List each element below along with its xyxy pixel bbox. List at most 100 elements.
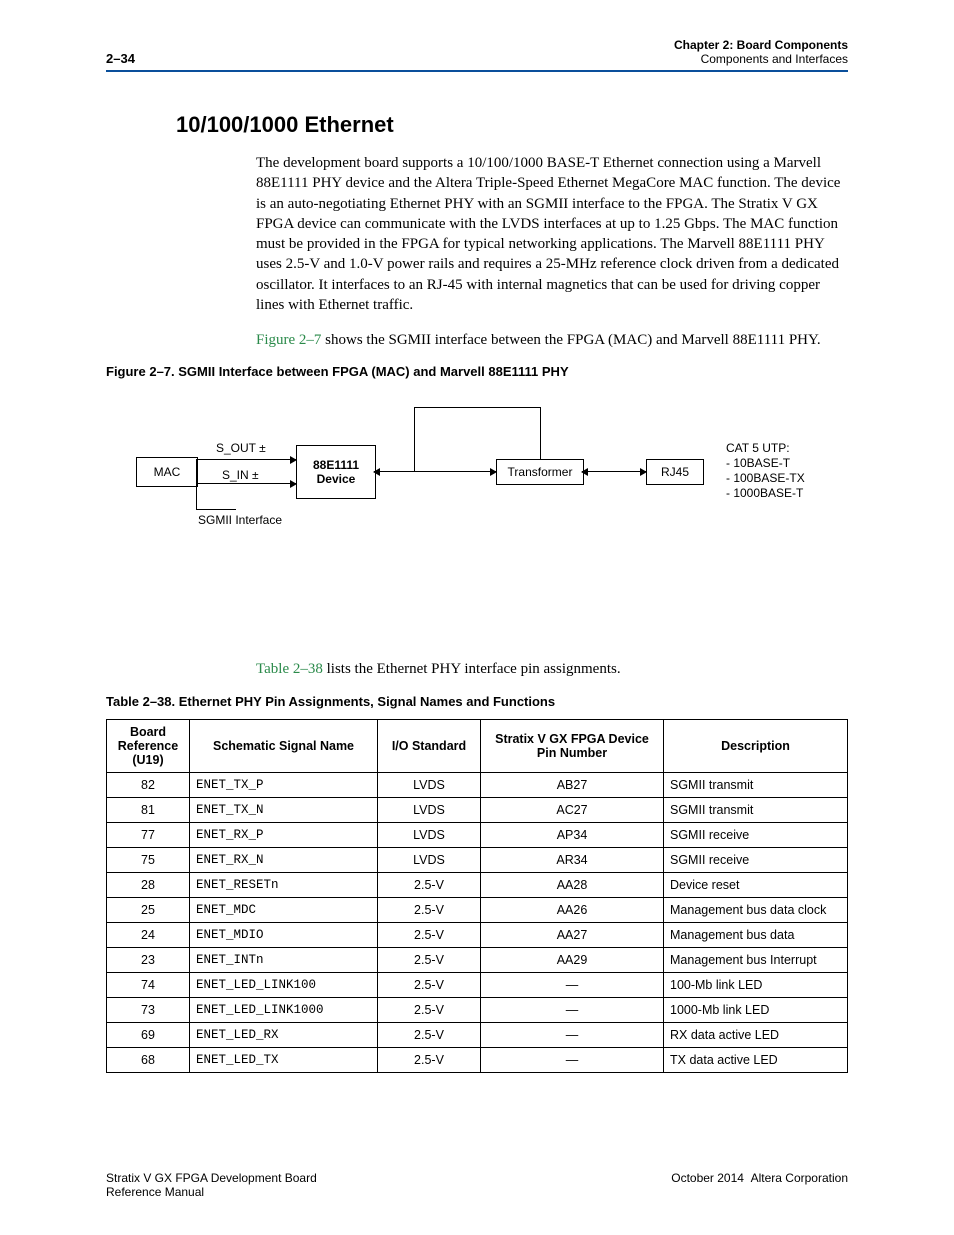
cell-io: 2.5-V xyxy=(378,947,481,972)
cell-ref: 69 xyxy=(107,1022,190,1047)
table-row: 68ENET_LED_TX2.5-V—TX data active LED xyxy=(107,1047,848,1072)
line-transformer-rj45 xyxy=(582,471,646,472)
table-reference-link[interactable]: Table 2–38 xyxy=(256,661,323,677)
pin-assignments-table: Board Reference (U19) Schematic Signal N… xyxy=(106,719,848,1073)
line-mac-phy-out xyxy=(196,459,296,460)
header-right: Chapter 2: Board Components Components a… xyxy=(674,38,848,66)
cell-ref: 77 xyxy=(107,822,190,847)
table-row: 75ENET_RX_NLVDSAR34SGMII receive xyxy=(107,847,848,872)
cell-io: 2.5-V xyxy=(378,1022,481,1047)
chapter-title: Chapter 2: Board Components xyxy=(674,38,848,52)
table-row: 28ENET_RESETn2.5-VAA28Device reset xyxy=(107,872,848,897)
cell-signal: ENET_LED_TX xyxy=(190,1047,378,1072)
table-header-row: Board Reference (U19) Schematic Signal N… xyxy=(107,719,848,772)
table-ref-text: lists the Ethernet PHY interface pin ass… xyxy=(323,661,621,677)
cell-signal: ENET_LED_LINK100 xyxy=(190,972,378,997)
cell-ref: 24 xyxy=(107,922,190,947)
cell-desc: SGMII transmit xyxy=(664,797,848,822)
intro-paragraph: The development board supports a 10/100/… xyxy=(256,153,848,315)
cell-signal: ENET_TX_N xyxy=(190,797,378,822)
footer-left: Stratix V GX FPGA Development Board Refe… xyxy=(106,1171,317,1199)
cell-pin: AA26 xyxy=(481,897,664,922)
cell-desc: RX data active LED xyxy=(664,1022,848,1047)
cell-desc: Management bus data clock xyxy=(664,897,848,922)
cell-pin: AA27 xyxy=(481,922,664,947)
cell-pin: — xyxy=(481,972,664,997)
cell-desc: 100-Mb link LED xyxy=(664,972,848,997)
cell-pin: — xyxy=(481,1047,664,1072)
th-pin-number: Stratix V GX FPGA Device Pin Number xyxy=(481,719,664,772)
cell-pin: AC27 xyxy=(481,797,664,822)
table-row: 82ENET_TX_PLVDSAB27SGMII transmit xyxy=(107,772,848,797)
page-header: 2–34 Chapter 2: Board Components Compone… xyxy=(106,38,848,72)
cell-signal: ENET_MDC xyxy=(190,897,378,922)
footer-right: October 2014 Altera Corporation xyxy=(671,1171,848,1199)
cell-pin: — xyxy=(481,1022,664,1047)
line-top-horiz xyxy=(414,407,540,408)
cell-io: LVDS xyxy=(378,822,481,847)
cell-io: 2.5-V xyxy=(378,972,481,997)
cell-pin: — xyxy=(481,997,664,1022)
th-io-standard: I/O Standard xyxy=(378,719,481,772)
cell-ref: 81 xyxy=(107,797,190,822)
sgmii-diagram: MAC 88E1111 Device Transformer RJ45 S_OU… xyxy=(106,389,848,589)
line-phy-transformer xyxy=(374,471,496,472)
label-s-in: S_IN ± xyxy=(222,468,259,482)
cell-pin: AA28 xyxy=(481,872,664,897)
table-row: 69ENET_LED_RX2.5-V—RX data active LED xyxy=(107,1022,848,1047)
section-heading: 10/100/1000 Ethernet xyxy=(176,112,848,138)
cell-ref: 23 xyxy=(107,947,190,972)
table-ref-paragraph: Table 2–38 lists the Ethernet PHY interf… xyxy=(256,659,848,679)
cell-signal: ENET_MDIO xyxy=(190,922,378,947)
cell-io: 2.5-V xyxy=(378,997,481,1022)
cell-io: LVDS xyxy=(378,847,481,872)
transformer-box: Transformer xyxy=(496,459,584,485)
table-caption: Table 2–38. Ethernet PHY Pin Assignments… xyxy=(106,694,848,709)
th-description: Description xyxy=(664,719,848,772)
table-row: 74ENET_LED_LINK1002.5-V—100-Mb link LED xyxy=(107,972,848,997)
cell-io: 2.5-V xyxy=(378,872,481,897)
figure-reference-link[interactable]: Figure 2–7 xyxy=(256,332,321,348)
phy-device-box: 88E1111 Device xyxy=(296,445,376,499)
cell-pin: AR34 xyxy=(481,847,664,872)
cell-ref: 73 xyxy=(107,997,190,1022)
cell-signal: ENET_TX_P xyxy=(190,772,378,797)
rj45-box: RJ45 xyxy=(646,459,704,485)
cell-ref: 68 xyxy=(107,1047,190,1072)
section-path: Components and Interfaces xyxy=(674,52,848,66)
cell-signal: ENET_RESETn xyxy=(190,872,378,897)
cell-io: 2.5-V xyxy=(378,1047,481,1072)
sgmii-bracket-left xyxy=(196,459,197,509)
figure-caption: Figure 2–7. SGMII Interface between FPGA… xyxy=(106,364,848,379)
cell-io: LVDS xyxy=(378,797,481,822)
cell-signal: ENET_INTn xyxy=(190,947,378,972)
cell-pin: AB27 xyxy=(481,772,664,797)
cell-signal: ENET_RX_P xyxy=(190,822,378,847)
cell-ref: 28 xyxy=(107,872,190,897)
cell-io: 2.5-V xyxy=(378,897,481,922)
cell-io: 2.5-V xyxy=(378,922,481,947)
cell-desc: Management bus data xyxy=(664,922,848,947)
cell-pin: AP34 xyxy=(481,822,664,847)
cell-signal: ENET_LED_LINK1000 xyxy=(190,997,378,1022)
cell-desc: SGMII receive xyxy=(664,847,848,872)
table-row: 81ENET_TX_NLVDSAC27SGMII transmit xyxy=(107,797,848,822)
cell-ref: 82 xyxy=(107,772,190,797)
th-signal-name: Schematic Signal Name xyxy=(190,719,378,772)
line-mac-phy-in xyxy=(196,483,296,484)
th-board-ref: Board Reference (U19) xyxy=(107,719,190,772)
label-sgmii: SGMII Interface xyxy=(198,513,282,527)
figure-ref-paragraph: Figure 2–7 shows the SGMII interface bet… xyxy=(256,330,848,350)
cell-pin: AA29 xyxy=(481,947,664,972)
table-row: 77ENET_RX_PLVDSAP34SGMII receive xyxy=(107,822,848,847)
line-vert-right xyxy=(540,407,541,459)
cell-desc: 1000-Mb link LED xyxy=(664,997,848,1022)
cell-signal: ENET_RX_N xyxy=(190,847,378,872)
table-row: 23ENET_INTn2.5-VAA29Management bus Inter… xyxy=(107,947,848,972)
cell-desc: Management bus Interrupt xyxy=(664,947,848,972)
figure-ref-text: shows the SGMII interface between the FP… xyxy=(321,332,820,348)
mac-box: MAC xyxy=(136,457,198,487)
cell-ref: 74 xyxy=(107,972,190,997)
line-vert-left xyxy=(414,407,415,471)
sgmii-bracket-bottom xyxy=(196,509,236,510)
